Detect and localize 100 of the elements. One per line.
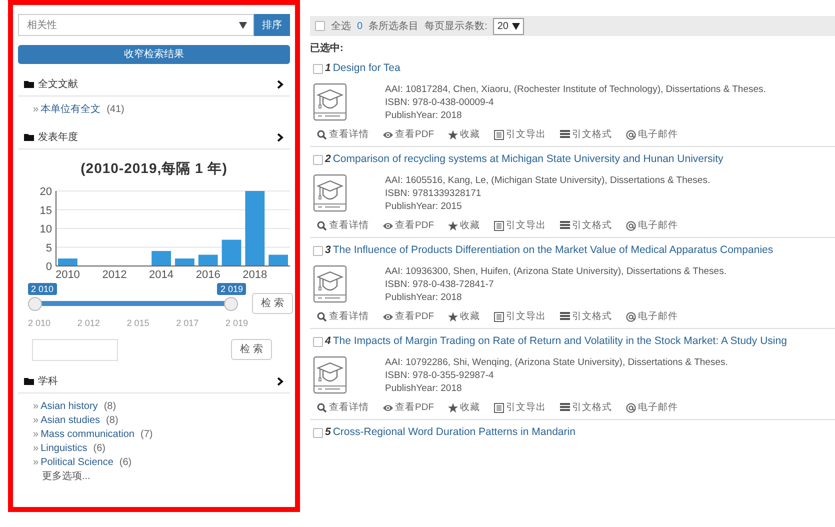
list-icon <box>560 402 570 413</box>
document-list-icon <box>494 130 504 140</box>
list-icon <box>560 220 570 231</box>
action-link[interactable]: 收藏 <box>448 128 480 142</box>
chart-title: (2010-2019,每隔 1 年) <box>80 159 228 178</box>
result-detail-text: AAI: 10792286, Shi, Wenqing, (Arizona State University), Dissertations & Theses. <box>385 356 728 369</box>
result-title-link[interactable]: The Influence of Products Differentiation on the Market Value of Medical Apparatus Companies <box>332 243 774 259</box>
result-checkbox[interactable] <box>313 336 323 347</box>
axis-label: 2012 <box>102 269 127 281</box>
action-link[interactable]: 引文导出 <box>494 218 546 233</box>
document-list-icon <box>494 402 504 413</box>
bar <box>268 254 288 266</box>
action-link[interactable]: 引文导出 <box>494 128 546 142</box>
chevron-icon[interactable] <box>277 133 284 142</box>
select-all-checkbox[interactable] <box>315 21 325 31</box>
chevron-icon[interactable] <box>277 376 284 386</box>
graduation-cap-icon <box>313 82 347 121</box>
bar <box>198 254 218 266</box>
selected-count: 0 <box>357 20 363 34</box>
result-title-link[interactable]: Design for Tea <box>332 61 400 77</box>
search-button[interactable]: 检 索 <box>252 293 293 314</box>
axis-label: 15 <box>40 204 52 217</box>
search-icon <box>317 402 327 413</box>
action-link[interactable]: 收藏 <box>448 218 480 233</box>
action-link[interactable]: 查看PDF <box>383 128 434 142</box>
action-link[interactable]: 收藏 <box>448 400 480 415</box>
scale-label: 2 012 <box>77 317 100 330</box>
result-title-link[interactable]: Comparison of recycling systems at Michigan State University and Hunan University <box>332 152 724 168</box>
facet-item[interactable]: » Political Science (6) <box>33 456 290 470</box>
slider-handle[interactable] <box>224 296 238 310</box>
narrow-results-button[interactable]: 收窄检索结果 <box>18 45 290 64</box>
action-link[interactable]: 电子邮件 <box>626 218 678 233</box>
year-input-field[interactable] <box>32 338 118 360</box>
document-list-icon <box>494 312 504 322</box>
axis-label: 10 <box>40 224 52 236</box>
range-start-label: 2 010 <box>28 283 57 295</box>
folder-icon <box>24 80 34 89</box>
action-link[interactable]: 查看详情 <box>317 400 369 415</box>
search-button[interactable]: 检 索 <box>231 339 272 360</box>
sort-button[interactable]: 排序 <box>254 14 290 36</box>
axis-label: 20 <box>40 186 52 198</box>
action-link[interactable]: 电子邮件 <box>626 400 678 415</box>
result-detail-text: PublishYear: 2018 <box>385 382 463 395</box>
action-link[interactable]: 电子邮件 <box>626 128 678 142</box>
result-checkbox[interactable] <box>313 154 323 165</box>
selected-label: 已选中: <box>310 42 344 56</box>
facet-item[interactable]: » Asian history (8) <box>33 400 290 414</box>
range-end-label: 2 019 <box>217 283 246 295</box>
facet-title: 发表年度 <box>38 130 78 145</box>
action-link[interactable]: 查看PDF <box>383 400 434 415</box>
more-options-link[interactable]: 更多选项... <box>18 470 290 482</box>
action-link[interactable]: 引文格式 <box>560 218 612 233</box>
result-checkbox[interactable] <box>313 64 323 74</box>
search-icon <box>317 130 327 140</box>
result-detail-text: PublishYear: 2018 <box>385 290 463 304</box>
result-detail-text: ISBN: 9781339328171 <box>385 186 482 200</box>
result-title-link[interactable]: The Impacts of Margin Trading on Rate of Return and Volatility in the Stock Market: A Study Using <box>332 334 787 350</box>
caret-icon <box>239 22 247 28</box>
scale-label: 2 015 <box>126 317 150 330</box>
action-link[interactable]: 引文格式 <box>560 310 612 324</box>
result-title-link[interactable]: Cross-Regional Word Duration Patterns in Mandarin <box>332 425 576 441</box>
action-link[interactable]: 查看详情 <box>317 128 369 142</box>
action-link[interactable]: 查看PDF <box>383 310 434 324</box>
result-number: 5 <box>325 425 331 440</box>
star-icon <box>448 130 458 140</box>
eye-icon <box>383 130 393 140</box>
action-link[interactable]: 引文格式 <box>560 128 612 142</box>
facet-item[interactable]: » Asian studies (8) <box>33 414 290 428</box>
folder-icon <box>24 133 34 142</box>
action-link[interactable]: 查看详情 <box>317 218 369 233</box>
action-link[interactable]: 引文导出 <box>494 310 546 324</box>
range-slider[interactable] <box>28 296 238 310</box>
facet-item[interactable]: » Mass communication (7) <box>33 428 290 442</box>
result-detail-text: PublishYear: 2018 <box>385 108 463 122</box>
bar <box>152 251 171 266</box>
action-link[interactable]: 引文导出 <box>494 400 546 415</box>
facet-item[interactable]: » Linguistics (6) <box>33 442 290 456</box>
at-sign-icon <box>626 130 636 140</box>
action-link[interactable]: 电子邮件 <box>626 310 678 324</box>
slider-handle[interactable] <box>28 296 42 310</box>
action-link[interactable]: 收藏 <box>448 310 480 324</box>
per-page-label: 每页显示条数: <box>424 20 488 34</box>
at-sign-icon <box>626 220 636 231</box>
document-list-icon <box>494 220 504 231</box>
graduation-cap-icon <box>313 174 347 212</box>
facet-item[interactable]: » 本单位有全文 (41) <box>33 103 290 117</box>
sort-dropdown[interactable]: 相关性 <box>18 14 254 36</box>
result-detail-text: ISBN: 978-0-355-92987-4 <box>385 368 495 382</box>
result-checkbox[interactable] <box>313 428 323 438</box>
graduation-cap-icon <box>313 356 347 394</box>
eye-icon <box>383 402 393 413</box>
result-checkbox[interactable] <box>313 246 323 256</box>
action-link[interactable]: 查看PDF <box>383 218 434 233</box>
chevron-icon[interactable] <box>277 80 284 89</box>
action-link[interactable]: 查看详情 <box>317 310 369 324</box>
axis-label: 2018 <box>242 269 268 281</box>
action-link[interactable]: 引文格式 <box>560 400 612 415</box>
per-page-dropdown[interactable]: 20 <box>493 18 524 34</box>
list-icon <box>560 312 570 322</box>
selected-items-label: 条所选条目 <box>368 20 419 34</box>
